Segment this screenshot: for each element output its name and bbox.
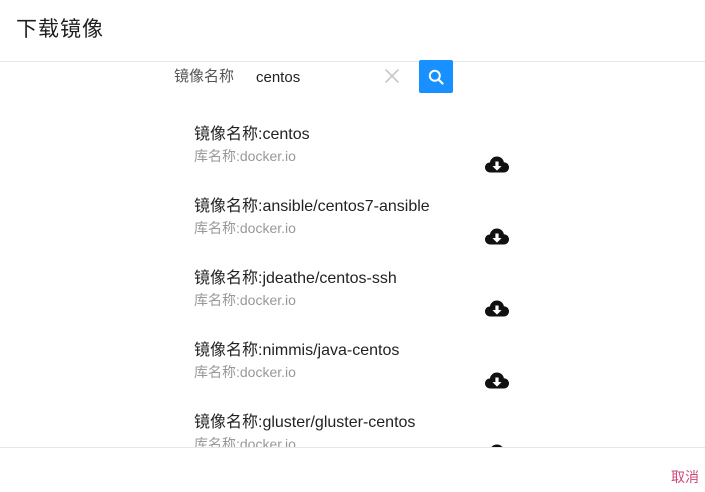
dialog-title: 下载镜像 (16, 17, 104, 41)
search-button[interactable] (419, 60, 453, 93)
cloud-download-icon[interactable] (484, 299, 510, 319)
image-name: 镜像名称:jdeathe/centos-ssh (194, 270, 397, 287)
search-icon (428, 69, 444, 85)
dialog-header: 下载镜像 (0, 0, 705, 62)
search-label: 镜像名称 (174, 67, 235, 85)
repository-name: 库名称:docker.io (194, 436, 296, 447)
list-item: 镜像名称:centos 库名称:docker.io (0, 124, 705, 196)
cloud-download-icon[interactable] (484, 227, 510, 247)
cloud-download-icon[interactable] (484, 155, 510, 175)
list-item: 镜像名称:ansible/centos7-ansible 库名称:docker.… (0, 196, 705, 268)
close-icon[interactable] (383, 67, 401, 85)
image-name: 镜像名称:ansible/centos7-ansible (194, 198, 430, 215)
repository-name: 库名称:docker.io (194, 220, 296, 236)
image-name: 镜像名称:nimmis/java-centos (194, 342, 400, 359)
repository-name: 库名称:docker.io (194, 364, 296, 380)
dialog-footer: 取消 (0, 447, 705, 492)
list-item: 镜像名称:jdeathe/centos-ssh 库名称:docker.io (0, 268, 705, 340)
repository-name: 库名称:docker.io (194, 292, 296, 308)
cloud-download-icon[interactable] (484, 371, 510, 391)
cancel-button[interactable]: 取消 (671, 468, 699, 488)
image-name: 镜像名称:gluster/gluster-centos (194, 414, 416, 431)
repository-name: 库名称:docker.io (194, 148, 296, 164)
list-item: 镜像名称:nimmis/java-centos 库名称:docker.io (0, 340, 705, 412)
result-list: 镜像名称:centos 库名称:docker.io 镜像名称:ansible/c… (0, 112, 705, 447)
image-name: 镜像名称:centos (194, 126, 310, 143)
search-row: 镜像名称 (0, 60, 705, 94)
list-item: 镜像名称:gluster/gluster-centos 库名称:docker.i… (0, 412, 705, 447)
